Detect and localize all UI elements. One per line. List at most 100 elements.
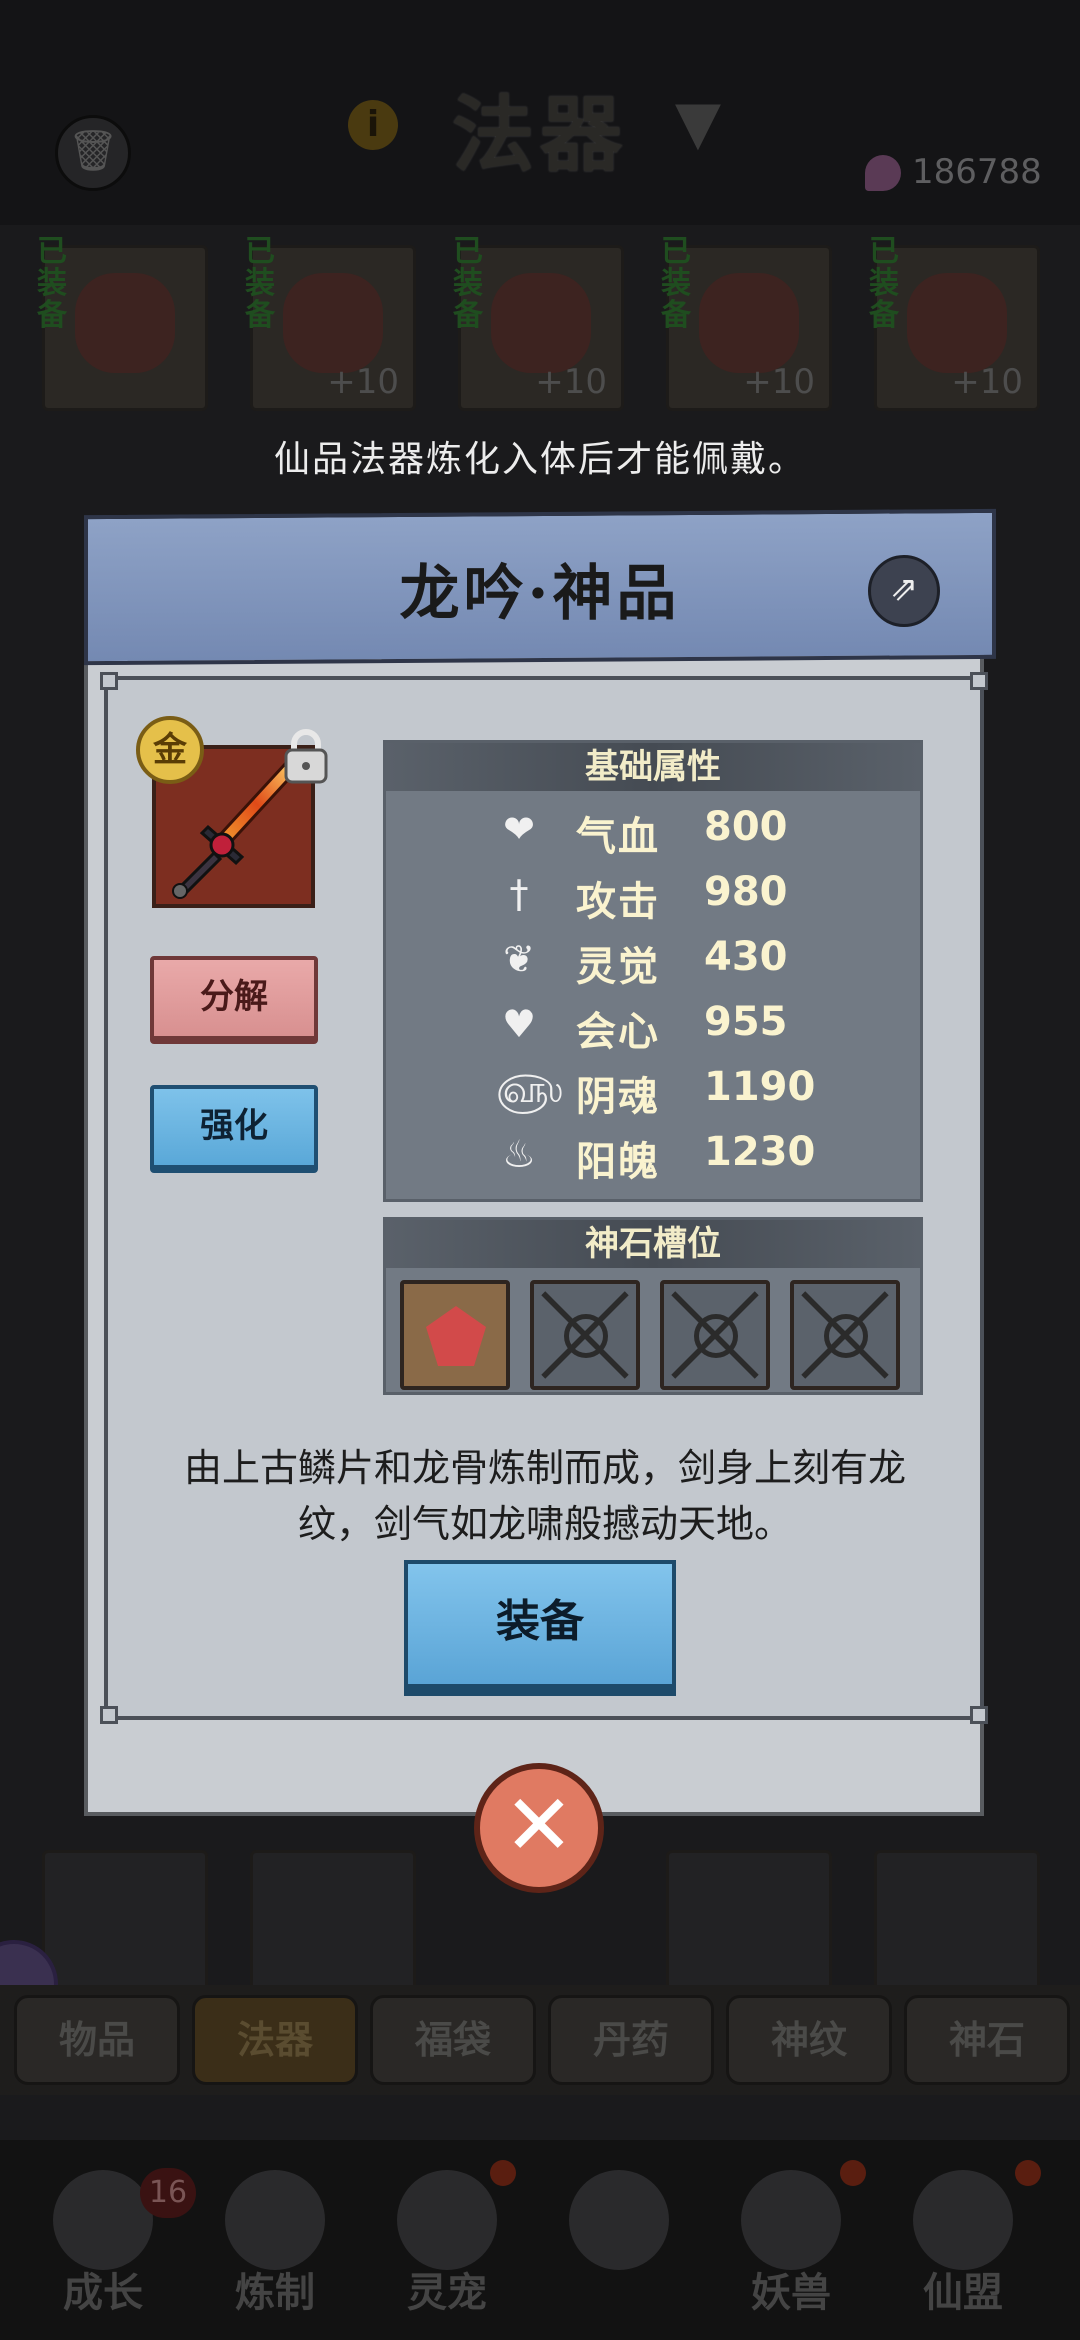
- equipped-tag: 已装备: [453, 234, 483, 333]
- nav-label: 灵宠: [407, 2270, 487, 2316]
- stat-row: ❦ 灵觉 430: [386, 928, 920, 990]
- enhance-level: +10: [535, 362, 607, 402]
- info-icon[interactable]: i: [348, 100, 398, 150]
- socket-slot-filled[interactable]: [400, 1280, 510, 1390]
- socket-slot-locked[interactable]: [790, 1280, 900, 1390]
- base-stats-header: 基础属性: [386, 743, 920, 791]
- item-icon: [907, 273, 1007, 373]
- tab-lucky-bags[interactable]: 福袋: [370, 1995, 536, 2085]
- frame-corner: [970, 1706, 988, 1724]
- page-title: 法器: [451, 88, 628, 183]
- stat-name: 阳魄: [576, 1139, 660, 1185]
- item-icon: [491, 273, 591, 373]
- enhance-button[interactable]: 强化: [150, 1085, 318, 1173]
- stat-value: 1230: [704, 1129, 816, 1175]
- pet-icon: [397, 2170, 497, 2270]
- tab-runes[interactable]: 神纹: [726, 1995, 892, 2085]
- tab-items[interactable]: 物品: [14, 1995, 180, 2085]
- filter-icon[interactable]: ▼: [668, 88, 728, 158]
- equipped-tag: 已装备: [869, 234, 899, 333]
- nav-beasts[interactable]: 妖兽: [716, 2170, 866, 2330]
- stat-name: 阴魂: [576, 1074, 660, 1120]
- stat-row: ❤ 气血 800: [386, 798, 920, 860]
- inventory-slot[interactable]: 已装备 +10: [869, 236, 1040, 411]
- yin-swirl-icon: ௵: [496, 1067, 563, 1111]
- notification-dot: [1015, 2160, 1041, 2186]
- equipped-tag: 已装备: [245, 234, 275, 333]
- heart-icon: ❤: [503, 807, 535, 851]
- socket-slot-locked[interactable]: [660, 1280, 770, 1390]
- share-icon[interactable]: ⇗: [868, 555, 940, 627]
- category-tabs: 物品 法器 福袋 丹药 神纹 神石: [0, 1985, 1080, 2095]
- nav-label: 成长: [63, 2270, 143, 2316]
- nav-craft[interactable]: 炼制: [200, 2170, 350, 2330]
- ruby-gem-icon: [426, 1306, 486, 1366]
- inventory-slot[interactable]: 已装备: [37, 236, 208, 411]
- nav-label: 仙盟: [923, 2270, 1003, 2316]
- tab-pills[interactable]: 丹药: [548, 1995, 714, 2085]
- notification-badge: 16: [140, 2168, 196, 2218]
- stat-row: ♥ 会心 955: [386, 993, 920, 1055]
- equipped-tag: 已装备: [661, 234, 691, 333]
- frame-corner: [100, 1706, 118, 1724]
- lock-icon: [564, 1314, 608, 1358]
- tab-divine-stones[interactable]: 神石: [904, 1995, 1070, 2085]
- enhance-level: +10: [743, 362, 815, 402]
- yang-flame-icon: ♨: [501, 1132, 537, 1176]
- nav-label: 妖兽: [751, 2270, 831, 2316]
- frame-corner: [970, 672, 988, 690]
- base-stats-panel: 基础属性 ❤ 气血 800 † 攻击 980 ❦ 灵觉 430 ♥ 会心 955…: [383, 740, 923, 1202]
- decompose-button[interactable]: 分解: [150, 956, 318, 1044]
- item-icon: [283, 273, 383, 373]
- item-icon: [75, 273, 175, 373]
- equipped-tag: 已装备: [37, 234, 67, 333]
- notification-dot: [840, 2160, 866, 2186]
- stat-name: 攻击: [576, 879, 660, 925]
- close-icon: [569, 2170, 669, 2270]
- inventory-row: 已装备 已装备 +10 已装备 +10 已装备 +10 已装备 +10: [37, 236, 1050, 411]
- crit-heart-icon: ♥: [501, 1002, 537, 1046]
- stat-name: 气血: [576, 814, 660, 860]
- modal-title: 龙吟·神品: [399, 559, 681, 629]
- socket-header: 神石槽位: [386, 1220, 920, 1268]
- inventory-slot[interactable]: 已装备 +10: [245, 236, 416, 411]
- nav-label: 炼制: [235, 2270, 315, 2316]
- notice-text: 仙品法器炼化入体后才能佩戴。: [273, 439, 806, 480]
- stat-value: 980: [704, 869, 788, 915]
- stat-name: 会心: [576, 1009, 660, 1055]
- stat-row: † 攻击 980: [386, 863, 920, 925]
- socket-slot-locked[interactable]: [530, 1280, 640, 1390]
- grade-badge: 金: [136, 716, 204, 784]
- notification-dot: [490, 2160, 516, 2186]
- frame-corner: [100, 672, 118, 690]
- stat-value: 430: [704, 934, 788, 980]
- socket-panel: 神石槽位: [383, 1217, 923, 1395]
- lock-icon: [694, 1314, 738, 1358]
- nav-close[interactable]: [544, 2170, 694, 2330]
- item-icon: [699, 273, 799, 373]
- craft-icon: [225, 2170, 325, 2270]
- enhance-level: +10: [951, 362, 1023, 402]
- guild-icon: [913, 2170, 1013, 2270]
- inventory-slot[interactable]: 已装备 +10: [453, 236, 624, 411]
- lock-icon: [824, 1314, 868, 1358]
- item-description: 由上古鳞片和龙骨炼制而成，剑身上刻有龙纹，剑气如龙啸般撼动天地。: [183, 1446, 906, 1546]
- tab-artifacts[interactable]: 法器: [192, 1995, 358, 2085]
- beast-icon: [741, 2170, 841, 2270]
- equip-button[interactable]: 装备: [404, 1560, 676, 1696]
- stat-name: 灵觉: [576, 944, 660, 990]
- stat-value: 1190: [704, 1064, 816, 1110]
- trash-icon[interactable]: 🗑: [55, 115, 131, 191]
- stat-row: ௵ 阴魂 1190: [386, 1058, 920, 1120]
- nav-pets[interactable]: 灵宠: [372, 2170, 522, 2330]
- stat-value: 800: [704, 804, 788, 850]
- growth-icon: [53, 2170, 153, 2270]
- inventory-slot[interactable]: 已装备 +10: [661, 236, 832, 411]
- lock-icon[interactable]: [282, 728, 330, 784]
- nav-guild[interactable]: 仙盟: [888, 2170, 1038, 2330]
- stat-value: 955: [704, 999, 788, 1045]
- stat-row: ♨ 阳魄 1230: [386, 1123, 920, 1185]
- lotus-icon: ❦: [503, 937, 535, 981]
- sword-icon: †: [509, 872, 529, 916]
- close-button[interactable]: ✕: [474, 1763, 604, 1893]
